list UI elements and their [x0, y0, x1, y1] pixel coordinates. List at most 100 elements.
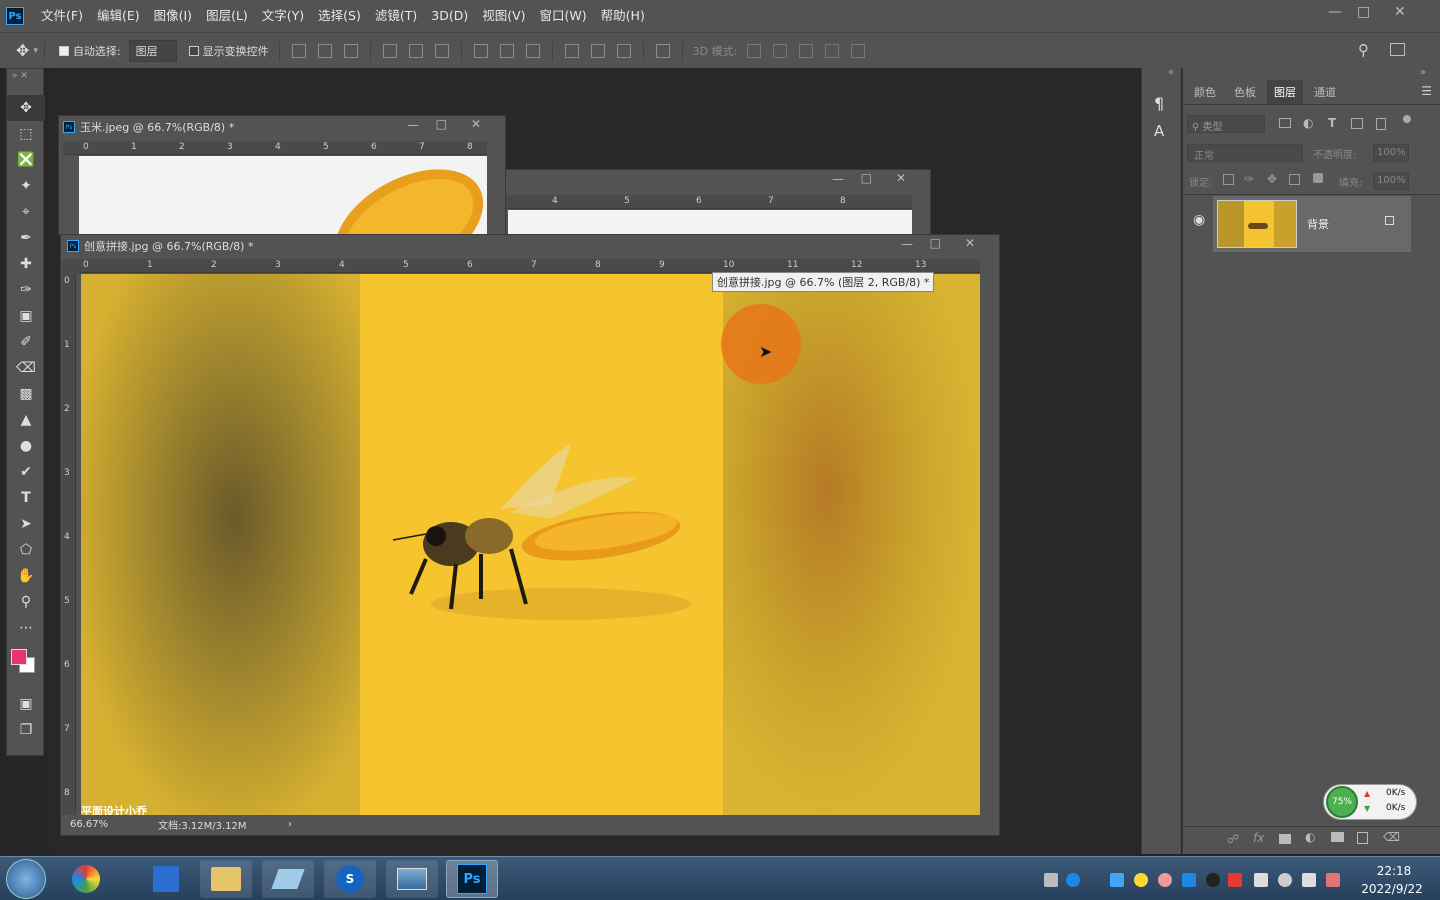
clock-time[interactable]: 22:18	[1364, 864, 1424, 878]
close-icon[interactable]: ✕	[1394, 4, 1406, 20]
tray-app-icon[interactable]	[1158, 873, 1172, 887]
screen-mode-icon[interactable]: ❐	[7, 717, 45, 743]
doc-window-bee[interactable]: — □ ✕ 4 5 6 7 8	[505, 169, 931, 236]
scale-3d-icon[interactable]	[851, 43, 866, 58]
bee-canvas[interactable]	[508, 210, 912, 236]
taskbar-app-tools[interactable]	[140, 860, 192, 898]
filter-adjustment-icon[interactable]: ◐	[1303, 116, 1313, 130]
link-layers-icon[interactable]: ☍	[1227, 832, 1239, 846]
show-transform-checkbox[interactable]	[188, 45, 199, 56]
minimize-icon[interactable]: —	[901, 237, 913, 251]
new-group-icon[interactable]	[1331, 832, 1344, 842]
corn-canvas[interactable]	[79, 156, 487, 234]
taskbar-app-eraser[interactable]	[262, 860, 314, 898]
eye-icon[interactable]: ◉	[1193, 212, 1205, 228]
minimize-icon[interactable]: —	[832, 172, 844, 186]
doc-window-corn[interactable]: Ps 玉米.jpeg @ 66.7%(RGB/8) * — □ ✕ 0 1 2 3 4 5…	[58, 115, 506, 235]
pen-tool[interactable]: ✔	[7, 459, 45, 485]
collapse-icon[interactable]: » ✕	[7, 69, 43, 95]
drag-3d-icon[interactable]	[799, 43, 814, 58]
close-icon[interactable]: ✕	[896, 171, 906, 185]
more-tools-icon[interactable]: ⋯	[7, 615, 45, 641]
magic-wand-tool[interactable]: ✦	[7, 173, 45, 199]
eyedropper-tool[interactable]: ✒	[7, 225, 45, 251]
menu-layer[interactable]: 图层(L)	[199, 0, 255, 32]
clock-date[interactable]: 2022/9/22	[1352, 882, 1432, 896]
menu-window[interactable]: 窗口(W)	[533, 0, 594, 32]
panel-menu-icon[interactable]: ☰	[1421, 84, 1432, 98]
menu-type[interactable]: 文字(Y)	[255, 0, 311, 32]
keyboard-icon[interactable]	[1044, 873, 1058, 887]
taskbar-app-explorer[interactable]	[200, 860, 252, 898]
path-select-tool[interactable]: ➤	[7, 511, 45, 537]
tray-app-icon[interactable]	[1326, 873, 1340, 887]
taskbar-app-photoshop[interactable]: Ps	[446, 860, 498, 898]
tab-channels[interactable]: 通道	[1307, 80, 1343, 104]
opacity-input[interactable]: 100%	[1373, 144, 1409, 162]
fill-input[interactable]: 100%	[1373, 172, 1409, 190]
maximize-icon[interactable]: □	[436, 117, 447, 131]
move-tool-icon[interactable]: ✥	[16, 41, 29, 60]
expand-icon[interactable]: »	[1420, 67, 1426, 78]
character-icon[interactable]: A	[1154, 122, 1164, 140]
lock-position-icon[interactable]: ✥	[1267, 172, 1277, 186]
gradient-tool[interactable]: ▩	[7, 381, 45, 407]
filter-smart-object-icon[interactable]	[1376, 118, 1386, 130]
tray-app-icon[interactable]	[1182, 873, 1196, 887]
tab-layers[interactable]: 图层	[1267, 80, 1303, 104]
taskbar-app-sogou[interactable]: S	[324, 860, 376, 898]
taskbar-app-colorful[interactable]	[60, 860, 112, 898]
blend-mode-dropdown[interactable]: 正常	[1187, 144, 1303, 162]
menu-view[interactable]: 视图(V)	[475, 0, 532, 32]
adjustment-layer-icon[interactable]: ◐	[1305, 830, 1315, 844]
distribute-right-icon[interactable]	[616, 43, 631, 58]
move-tool[interactable]: ✥	[7, 95, 45, 121]
filter-toggle-icon[interactable]	[1403, 115, 1411, 123]
qq-icon[interactable]	[1206, 873, 1220, 887]
eraser-tool[interactable]: ⌫	[7, 355, 45, 381]
lock-transparent-icon[interactable]	[1223, 174, 1234, 185]
auto-select-checkbox[interactable]	[58, 45, 69, 56]
zoom-tool[interactable]: ⚲	[7, 589, 45, 615]
align-hcenter-icon[interactable]	[408, 43, 423, 58]
healing-tool[interactable]: ✚	[7, 251, 45, 277]
align-top-icon[interactable]	[291, 43, 306, 58]
align-bottom-icon[interactable]	[343, 43, 358, 58]
foreground-color-swatch[interactable]	[11, 649, 27, 665]
slide-3d-icon[interactable]	[825, 43, 840, 58]
menu-image[interactable]: 图像(I)	[147, 0, 199, 32]
distribute-vcenter-icon[interactable]	[499, 43, 514, 58]
maximize-icon[interactable]: □	[930, 236, 941, 250]
new-layer-icon[interactable]	[1357, 832, 1368, 844]
menu-help[interactable]: 帮助(H)	[594, 0, 652, 32]
distribute-top-icon[interactable]	[473, 43, 488, 58]
blur-tool[interactable]: ▲	[7, 407, 45, 433]
add-mask-icon[interactable]	[1279, 834, 1291, 844]
collapse-icon[interactable]: «	[1168, 67, 1174, 78]
workspace-icon[interactable]	[1390, 43, 1405, 56]
filter-shape-icon[interactable]	[1351, 118, 1363, 129]
lock-all-icon[interactable]	[1313, 173, 1323, 183]
stamp-tool[interactable]: ▣	[7, 303, 45, 329]
crop-tool[interactable]: ⌖	[7, 199, 45, 225]
menu-filter[interactable]: 滤镜(T)	[368, 0, 424, 32]
document-canvas[interactable]: 平面设计小乔 ➤	[81, 274, 980, 815]
taskbar-app-photos[interactable]	[386, 860, 438, 898]
align-vcenter-icon[interactable]	[317, 43, 332, 58]
lasso-tool[interactable]: ❎	[7, 147, 45, 173]
quick-mask-icon[interactable]: ▣	[7, 691, 45, 717]
filter-pixel-icon[interactable]	[1279, 118, 1291, 128]
lock-artboard-icon[interactable]	[1289, 174, 1300, 185]
ruler-origin[interactable]	[62, 259, 81, 274]
menu-select[interactable]: 选择(S)	[311, 0, 368, 32]
doc-tab-main[interactable]: Ps 创意拼接.jpg @ 66.7%(RGB/8) *	[61, 235, 999, 257]
minimize-icon[interactable]: —	[407, 118, 419, 132]
auto-select-dropdown[interactable]: 图层	[128, 39, 177, 62]
tab-color[interactable]: 颜色	[1187, 80, 1223, 104]
layer-filter-dropdown[interactable]: ⚲ 类型	[1187, 115, 1265, 133]
type-tool[interactable]: T	[7, 485, 45, 511]
volume-icon[interactable]	[1254, 873, 1268, 887]
vertical-scrollbar[interactable]	[980, 259, 997, 815]
trash-icon[interactable]: ⌫	[1383, 830, 1400, 844]
history-brush-tool[interactable]: ✐	[7, 329, 45, 355]
